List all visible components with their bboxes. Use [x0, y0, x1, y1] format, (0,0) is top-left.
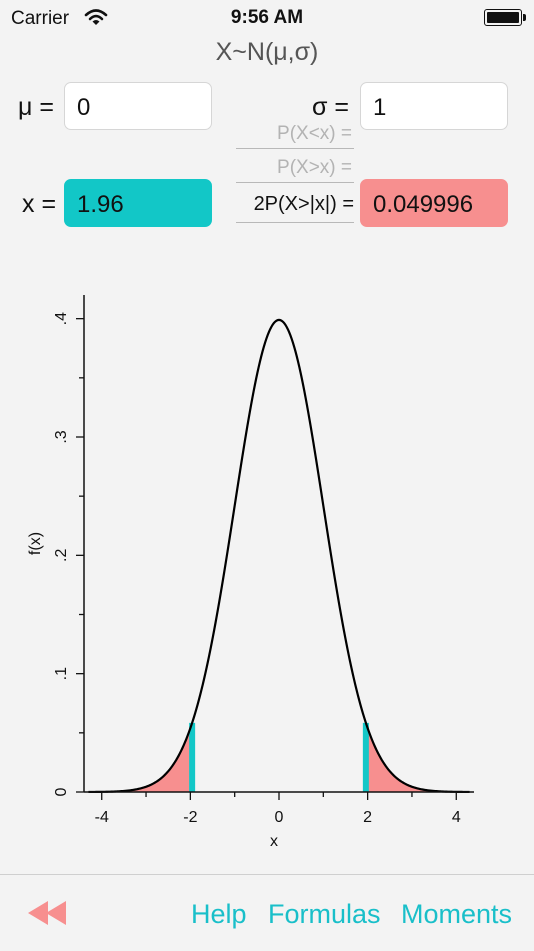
mu-input[interactable]: 0	[64, 82, 212, 130]
density-curve	[88, 318, 470, 794]
x-tick-label: -4	[95, 809, 109, 826]
divider	[236, 148, 354, 149]
bottom-toolbar: Help Formulas Moments	[0, 874, 534, 951]
prob-greater-label[interactable]: P(X>x) =	[237, 157, 352, 179]
clock: 9:56 AM	[230, 7, 304, 28]
formulas-button[interactable]: Formulas	[268, 899, 381, 930]
divider	[236, 182, 354, 183]
divider	[236, 222, 354, 223]
double-left-arrow-icon[interactable]	[26, 897, 70, 929]
mu-label: μ =	[18, 93, 54, 121]
x-tick-label: 4	[452, 809, 461, 826]
sigma-label: σ =	[312, 93, 349, 121]
x-tick-label: 2	[363, 809, 372, 826]
x-tick-label: 0	[275, 809, 284, 826]
x-input[interactable]: 1.96	[64, 179, 212, 227]
y-tick-label: .3	[53, 430, 70, 443]
sigma-input[interactable]: 1	[360, 82, 508, 130]
probability-result: 0.049996	[360, 179, 508, 227]
y-axis-label: f(x)	[27, 532, 44, 555]
y-tick-label: 0	[53, 787, 70, 796]
y-tick-label: .1	[53, 667, 70, 680]
status-bar: Carrier 9:56 AM	[0, 0, 534, 36]
prob-two-tailed-label[interactable]: 2P(X>|x|) =	[236, 193, 354, 216]
x-label: x =	[22, 190, 57, 218]
x-tick-label: -2	[183, 809, 197, 826]
page-title: X~N(μ,σ)	[215, 38, 319, 66]
help-button[interactable]: Help	[191, 899, 247, 930]
normal-distribution-chart: -4 -2 0 2 4 0 .1 .2 .3 .4 x f(x)	[27, 295, 474, 850]
y-tick-label: .2	[53, 549, 70, 562]
moments-button[interactable]: Moments	[401, 899, 512, 930]
x-axis-label: x	[270, 833, 278, 850]
y-tick-label: .4	[53, 312, 70, 325]
battery-icon	[484, 9, 526, 26]
prob-less-label[interactable]: P(X<x) =	[237, 123, 352, 145]
